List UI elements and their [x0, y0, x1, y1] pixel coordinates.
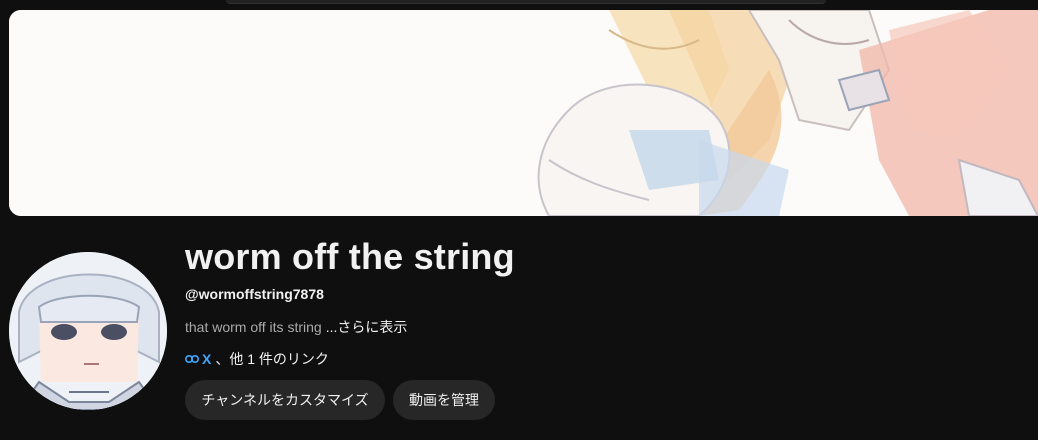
show-more-link[interactable]: ...さらに表示 [326, 319, 408, 335]
search-bar-edge [226, 0, 826, 4]
link-x[interactable]: X [202, 351, 211, 367]
channel-name: worm off the string [185, 236, 515, 277]
channel-avatar[interactable] [9, 252, 167, 410]
channel-description[interactable]: that worm off its string ...さらに表示 [185, 317, 407, 337]
description-text: that worm off its string [185, 319, 322, 335]
channel-handle: @wormoffstring7878 [185, 286, 324, 302]
customize-channel-button[interactable]: チャンネルをカスタマイズ [185, 380, 385, 420]
link-icon [185, 355, 199, 363]
channel-links[interactable]: X 、他 1 件のリンク [185, 349, 329, 369]
avatar-illustration [9, 252, 167, 410]
banner-artwork [9, 10, 1038, 216]
more-links-label[interactable]: 、他 1 件のリンク [215, 349, 329, 369]
manage-videos-button[interactable]: 動画を管理 [393, 380, 495, 420]
channel-banner [9, 10, 1038, 216]
